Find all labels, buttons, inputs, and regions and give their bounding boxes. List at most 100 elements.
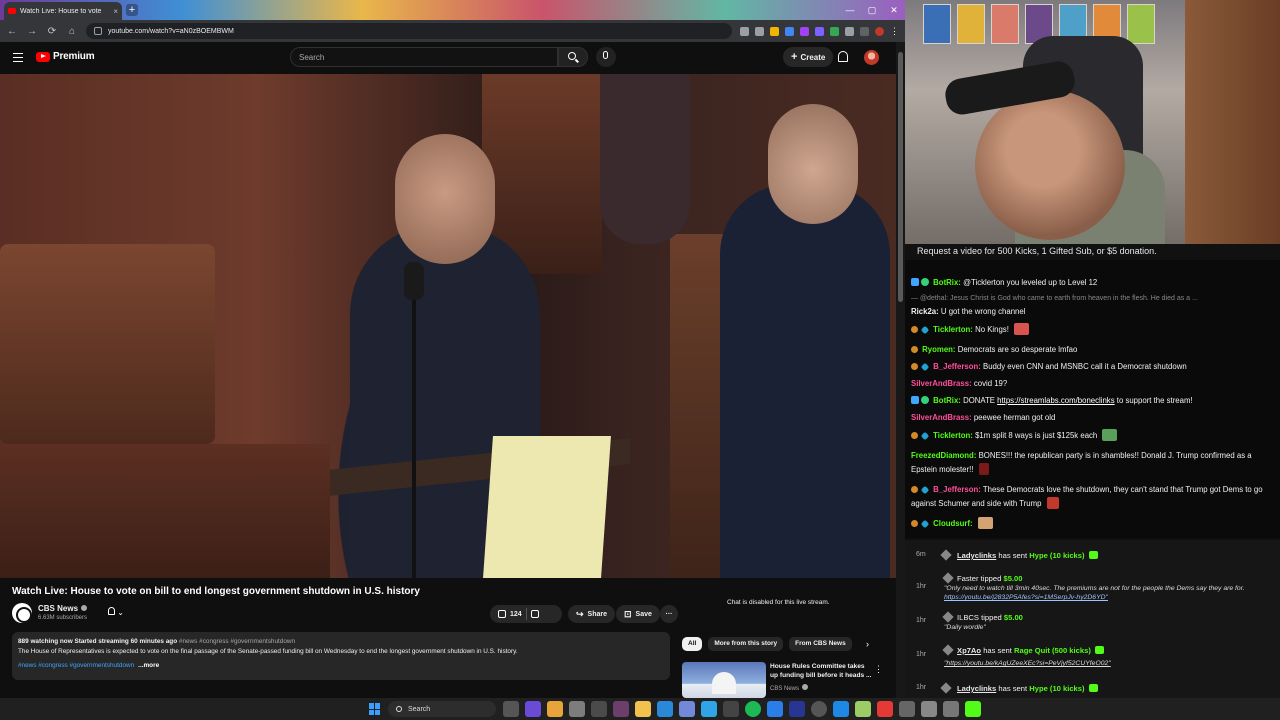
subscribe-bell-button[interactable]: ⌄	[108, 607, 134, 621]
account-avatar[interactable]	[864, 50, 879, 65]
chat-username[interactable]: Ticklerton:	[933, 431, 973, 440]
new-tab-button[interactable]: +	[126, 4, 138, 16]
app-icon[interactable]	[657, 701, 673, 717]
forward-button[interactable]: →	[26, 26, 38, 37]
active-app-icon[interactable]	[613, 701, 629, 717]
search-button[interactable]	[558, 47, 588, 67]
chat-username[interactable]: B_Jefferson:	[933, 362, 981, 371]
chips-next-arrow-icon[interactable]: ›	[866, 639, 869, 649]
tab-youtube[interactable]: Watch Live: House to vote ×	[4, 2, 122, 20]
page-scrollbar[interactable]	[896, 42, 905, 698]
dislike-icon[interactable]	[530, 610, 539, 618]
recommended-video[interactable]: House Rules Committee takes up funding b…	[682, 662, 883, 698]
chip-from-cbs-news[interactable]: From CBS News	[789, 637, 852, 651]
show-more-link[interactable]: ...more	[138, 662, 159, 669]
event-note-link[interactable]: "https://youtu.be/kAgUZeeXEc?si=PeVjyf52…	[944, 660, 1111, 667]
bot-badge-icon	[911, 278, 919, 286]
event-user[interactable]: Faster	[957, 574, 979, 583]
event-user[interactable]: Ladyclinks	[957, 551, 996, 560]
app-icon[interactable]	[525, 701, 541, 717]
chat-username[interactable]: FreezedDiamond:	[911, 451, 976, 460]
share-button[interactable]: ↪ Share	[568, 605, 616, 623]
task-view-icon[interactable]	[503, 701, 519, 717]
scrollbar-thumb[interactable]	[898, 52, 903, 302]
app-icon[interactable]	[899, 701, 915, 717]
close-window-button[interactable]: ✕	[883, 2, 905, 18]
event-user[interactable]: Xp7Ao	[957, 646, 981, 655]
taskbar-search[interactable]: Search	[388, 701, 496, 717]
bookmark-star-icon[interactable]	[755, 26, 764, 36]
windows-start-icon[interactable]	[369, 703, 381, 715]
profile-avatar[interactable]	[875, 26, 884, 36]
app-icon[interactable]	[811, 701, 827, 717]
maximize-button[interactable]: ▢	[861, 2, 883, 18]
create-button[interactable]: + Create	[783, 47, 834, 67]
chat-username[interactable]: Ryomen:	[922, 345, 955, 354]
like-icon[interactable]	[498, 610, 506, 618]
chat-username[interactable]: BotRix:	[933, 278, 961, 287]
cast-icon[interactable]	[740, 26, 749, 36]
notifications-bell-icon[interactable]	[838, 51, 848, 62]
chat-username[interactable]: Rick2a:	[911, 307, 939, 316]
file-explorer-icon[interactable]	[635, 701, 651, 717]
chip-more-from-this-story[interactable]: More from this story	[708, 637, 784, 651]
voice-search-button[interactable]	[596, 47, 616, 67]
app-icon[interactable]	[701, 701, 717, 717]
app-icon[interactable]	[855, 701, 871, 717]
hashtags[interactable]: #news #congress #governmentshutdown	[18, 662, 134, 669]
url-bar[interactable]: youtube.com/watch?v=aN0zBOEMBWM	[86, 23, 732, 39]
recommended-title[interactable]: House Rules Committee takes up funding b…	[770, 662, 874, 680]
like-count[interactable]: 124	[510, 611, 522, 618]
browser-menu-icon[interactable]: ⋮	[890, 26, 899, 36]
youtube-logo[interactable]: Premium	[36, 51, 95, 62]
extension-icon[interactable]	[800, 26, 809, 36]
kick-app-icon[interactable]	[965, 701, 981, 717]
chat-username[interactable]: Cloudsurf:	[933, 519, 972, 528]
home-button[interactable]: ⌂	[66, 26, 78, 37]
event-note-link[interactable]: https://youtu.be/j2832P5Afes?si=1MSerpJv…	[944, 594, 1108, 601]
downloads-icon[interactable]	[860, 26, 869, 36]
channel-name[interactable]: CBS News	[38, 604, 88, 613]
app-icon[interactable]	[877, 701, 893, 717]
menu-icon[interactable]	[13, 53, 23, 62]
extension-icon[interactable]	[815, 26, 824, 36]
chat-username[interactable]: SilverAndBrass:	[911, 413, 972, 422]
app-icon[interactable]	[833, 701, 849, 717]
extension-icon[interactable]	[770, 26, 779, 36]
event-user[interactable]: ILBCS	[957, 613, 979, 622]
app-icon[interactable]	[723, 701, 739, 717]
recommended-menu-icon[interactable]: ⋮	[874, 664, 883, 675]
search-input[interactable]: Search	[290, 47, 558, 67]
reload-button[interactable]: ⟳	[46, 26, 58, 37]
chat-username[interactable]: B_Jefferson:	[933, 485, 981, 494]
app-icon[interactable]	[591, 701, 607, 717]
donate-link[interactable]: https://streamlabs.com/boneclinks	[997, 396, 1114, 405]
app-icon[interactable]	[943, 701, 959, 717]
chat-username[interactable]: SilverAndBrass:	[911, 379, 972, 388]
description-box[interactable]: 889 watching now Started streaming 60 mi…	[12, 632, 670, 680]
save-button[interactable]: ⊡ Save	[616, 605, 660, 623]
extension-icon[interactable]	[830, 26, 839, 36]
app-icon[interactable]	[569, 701, 585, 717]
app-icon[interactable]	[921, 701, 937, 717]
chat-username[interactable]: BotRix:	[933, 396, 961, 405]
close-tab-icon[interactable]: ×	[113, 7, 118, 16]
recommended-thumbnail[interactable]	[682, 662, 766, 698]
minimize-button[interactable]: —	[839, 2, 861, 18]
app-icon[interactable]	[789, 701, 805, 717]
chrome-icon[interactable]	[547, 701, 563, 717]
description-tags-inline[interactable]: #news #congress #governmentshutdown	[179, 638, 295, 645]
discord-icon[interactable]	[679, 701, 695, 717]
app-icon[interactable]	[767, 701, 783, 717]
chat-username[interactable]: Ticklerton:	[933, 325, 973, 334]
more-actions-button[interactable]: ···	[660, 605, 678, 623]
chip-all[interactable]: All	[682, 637, 703, 651]
video-player[interactable]	[0, 74, 896, 578]
extensions-puzzle-icon[interactable]	[845, 26, 854, 36]
event-user[interactable]: Ladyclinks	[957, 684, 996, 693]
channel-avatar[interactable]	[12, 603, 32, 623]
spotify-icon[interactable]	[745, 701, 761, 717]
back-button[interactable]: ←	[6, 26, 18, 37]
extension-icon[interactable]	[785, 26, 794, 36]
site-info-icon[interactable]	[94, 27, 102, 35]
